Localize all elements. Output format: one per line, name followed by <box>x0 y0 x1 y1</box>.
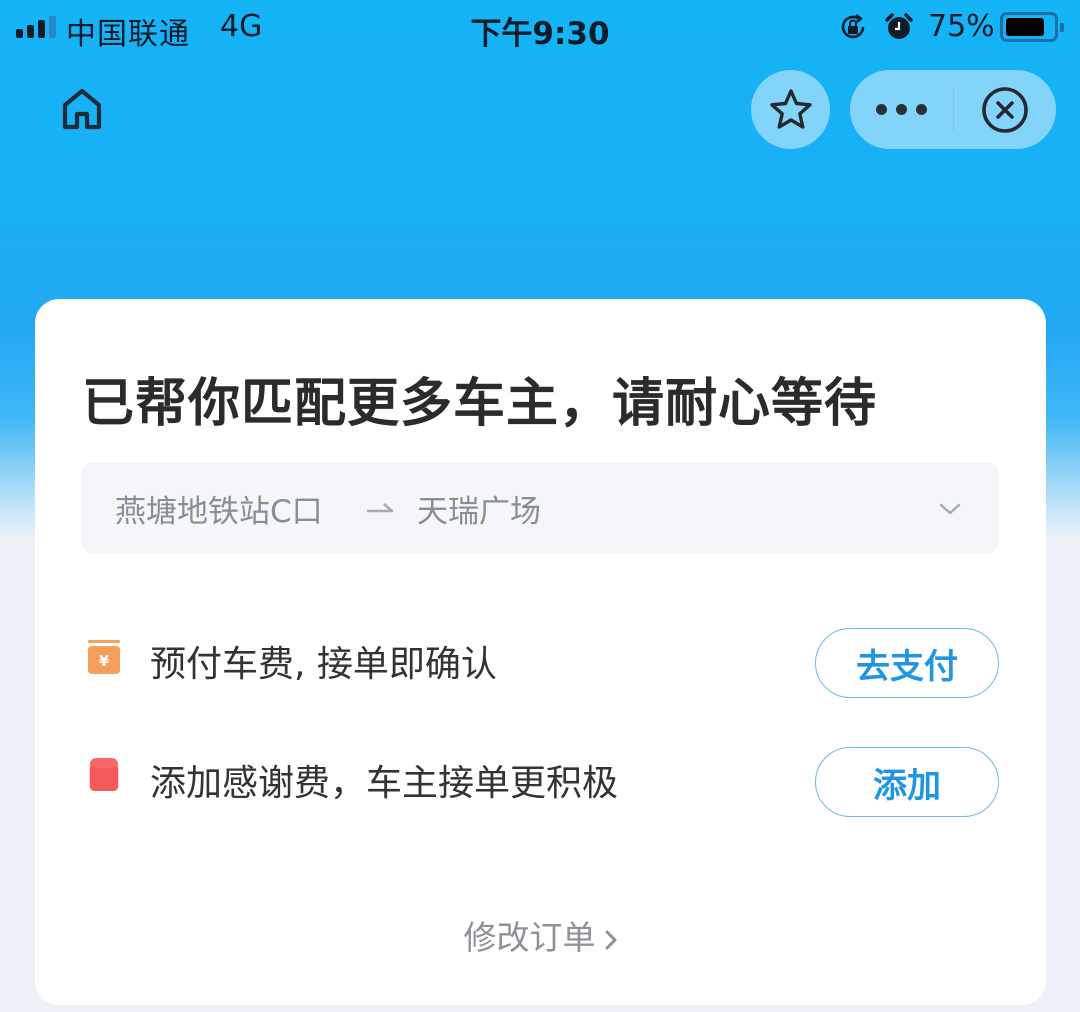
thank-fee-text: 添加感谢费，车主接单更积极 <box>150 763 619 804</box>
more-dots-icon <box>916 104 927 115</box>
status-bar: 中国联通 4G 下午9:30 75% <box>0 0 1080 56</box>
prepay-text: 预付车费, 接单即确认 <box>150 644 497 685</box>
pay-button[interactable]: 去支付 <box>815 628 999 698</box>
star-icon <box>769 88 812 129</box>
menu-capsule <box>850 70 1056 149</box>
add-fee-button[interactable]: 添加 <box>815 747 999 817</box>
prepay-wallet-icon: ¥ <box>88 640 120 674</box>
battery-icon <box>1000 12 1064 42</box>
route-arrow-icon <box>367 503 394 513</box>
close-button[interactable] <box>954 70 1056 149</box>
modify-order-link[interactable]: 修改订单 <box>35 911 1046 959</box>
more-dots-icon <box>896 104 907 115</box>
favorite-button[interactable] <box>751 70 830 149</box>
battery-percent: 75% <box>928 9 995 44</box>
alarm-icon <box>885 13 913 39</box>
home-button[interactable] <box>52 80 112 140</box>
battery-fill <box>1006 18 1044 36</box>
red-packet-icon <box>89 757 119 792</box>
chevron-right-icon <box>605 930 616 949</box>
rotation-lock-icon <box>841 14 865 39</box>
route-origin: 燕塘地铁站C口 <box>115 494 323 530</box>
more-button[interactable] <box>850 70 953 149</box>
modify-order-label: 修改订单 <box>463 918 596 957</box>
battery-nub <box>1060 23 1064 32</box>
status-time: 下午9:30 <box>470 16 610 52</box>
matching-status-card: 已帮你匹配更多车主，请耐心等待 燕塘地铁站C口 天瑞广场 ¥ 预付车费, 接单即… <box>35 299 1046 1005</box>
card-title: 已帮你匹配更多车主，请耐心等待 <box>82 374 878 434</box>
route-destination: 天瑞广场 <box>417 494 541 530</box>
chevron-down-icon <box>939 503 961 515</box>
route-selector[interactable]: 燕塘地铁站C口 天瑞广场 <box>81 462 999 553</box>
home-icon <box>62 88 102 130</box>
more-dots-icon <box>876 104 887 115</box>
svg-text:¥: ¥ <box>99 652 110 670</box>
close-circle-icon <box>982 86 1028 133</box>
